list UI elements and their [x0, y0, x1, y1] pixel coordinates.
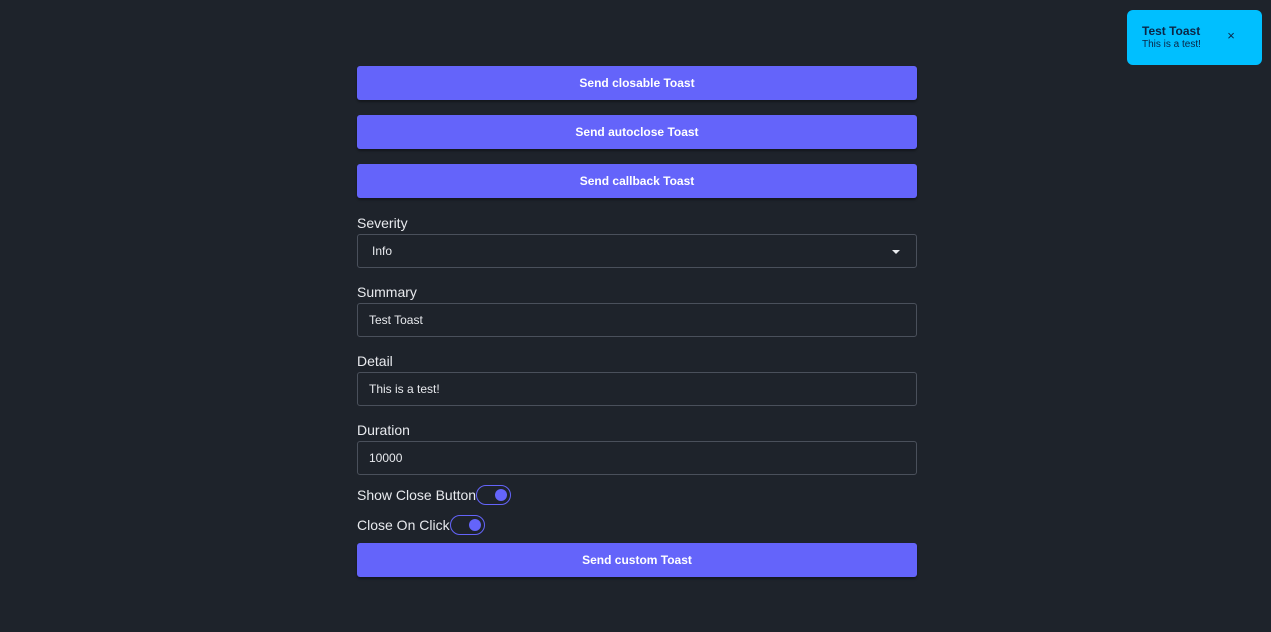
summary-input[interactable]: Test Toast [357, 303, 917, 337]
duration-value: 10000 [369, 451, 403, 465]
show-close-button-label: Show Close Button [357, 487, 477, 503]
close-on-click-row: Close On Click [357, 514, 917, 536]
toast-demo-form: Send closable Toast Send autoclose Toast… [357, 66, 917, 577]
detail-value: This is a test! [369, 382, 440, 396]
toggle-knob [495, 489, 508, 501]
close-icon[interactable]: × [1224, 29, 1238, 43]
severity-select[interactable]: Info [357, 234, 917, 268]
severity-value: Info [372, 244, 393, 258]
summary-label: Summary [357, 284, 417, 300]
show-close-button-row: Show Close Button [357, 484, 917, 506]
show-close-button-toggle[interactable] [476, 485, 512, 505]
chevron-down-icon [892, 250, 900, 254]
toggle-knob [468, 519, 481, 531]
send-custom-toast-button[interactable]: Send custom Toast [357, 543, 917, 577]
toast-notification[interactable]: Test Toast This is a test! × [1127, 10, 1262, 65]
close-on-click-label: Close On Click [357, 517, 450, 533]
summary-value: Test Toast [369, 313, 423, 327]
duration-label: Duration [357, 422, 410, 438]
severity-label: Severity [357, 215, 408, 231]
duration-input[interactable]: 10000 [357, 441, 917, 475]
send-callback-toast-button[interactable]: Send callback Toast [357, 164, 917, 198]
detail-label: Detail [357, 353, 393, 369]
send-autoclose-toast-button[interactable]: Send autoclose Toast [357, 115, 917, 149]
detail-input[interactable]: This is a test! [357, 372, 917, 406]
send-closable-toast-button[interactable]: Send closable Toast [357, 66, 917, 100]
close-on-click-toggle[interactable] [449, 515, 485, 535]
